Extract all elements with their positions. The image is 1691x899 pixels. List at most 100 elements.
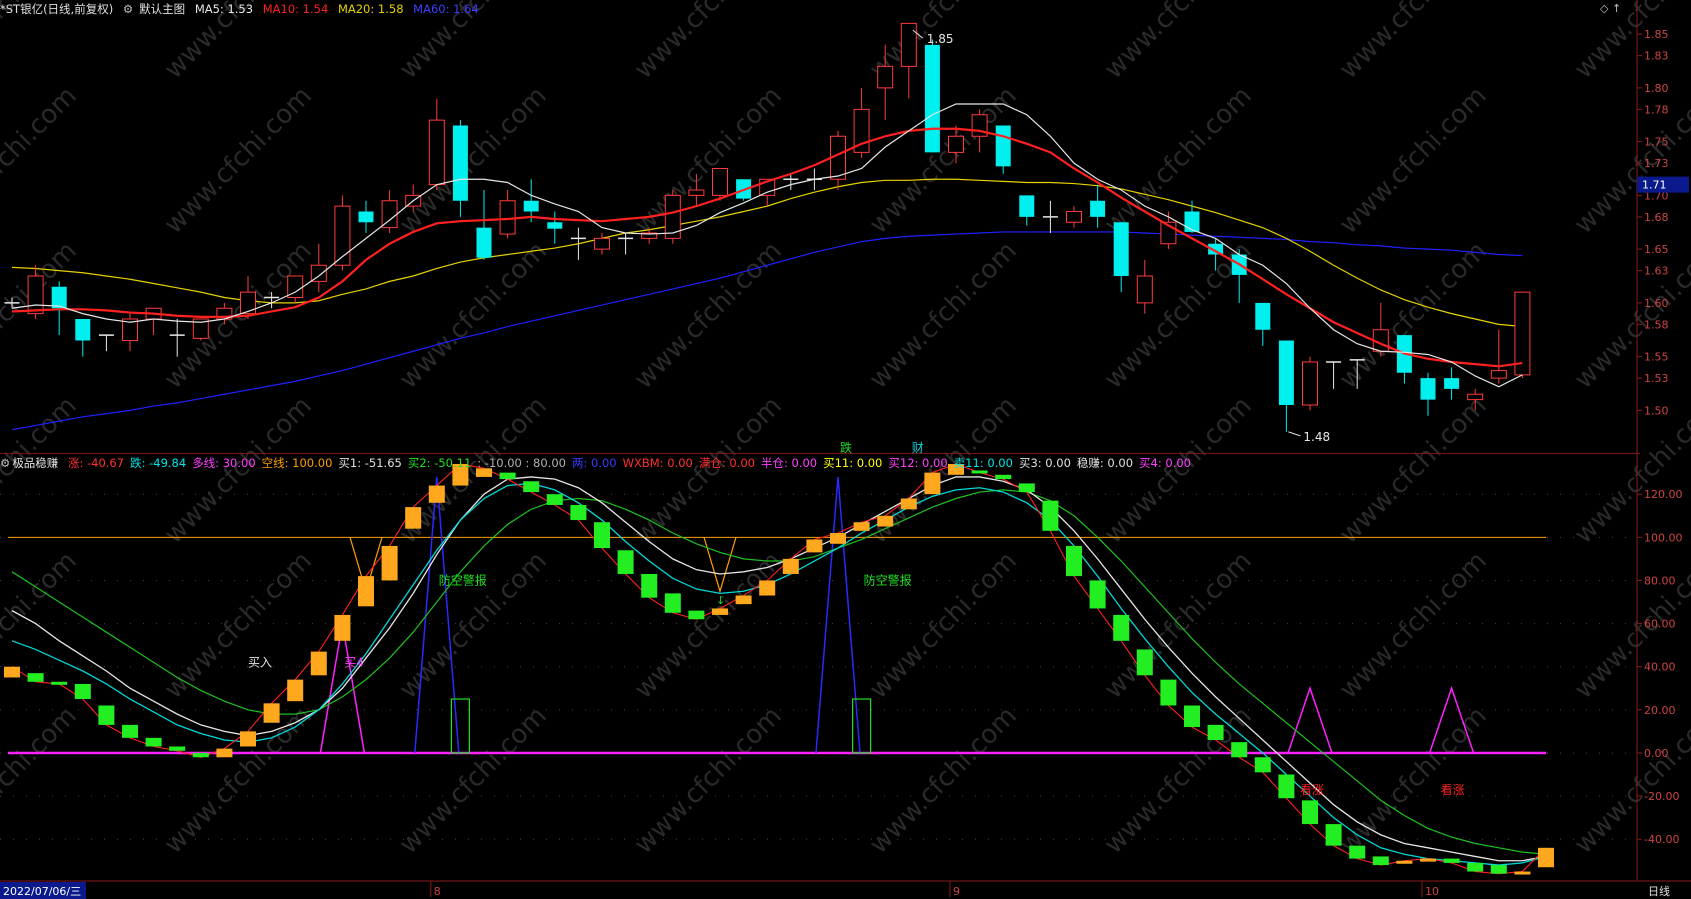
candle-body-up (948, 135, 964, 153)
indicator-bar-up (287, 679, 304, 702)
indicator-bar-down (1443, 858, 1460, 863)
y-tick-label: 1.78 (1644, 103, 1669, 116)
candle-body-down (1019, 195, 1035, 217)
indicator-bar-down (1278, 774, 1295, 799)
y-tick-label: 1.73 (1644, 157, 1669, 170)
indicator-value-0: 涨: -40.67 (67, 456, 125, 470)
ma60-value: MA60: 1.64 (413, 2, 479, 16)
date-label: 2022/07/06/三 (3, 885, 81, 898)
y-tick-label: 1.85 (1644, 28, 1669, 41)
candle-body-up (1066, 211, 1082, 223)
indicator-bar-down (995, 474, 1012, 480)
candle-body-up (428, 119, 445, 186)
diamond-icon[interactable]: ◇ (1600, 2, 1608, 15)
candle-body-down (1420, 378, 1436, 400)
indicator-bar-down (169, 746, 186, 751)
y-tick-label: -40.00 (1644, 833, 1679, 846)
y-tick-label: 1.60 (1644, 297, 1669, 310)
indicator-bar-down (1066, 545, 1082, 577)
y-tick-label: 60.00 (1644, 618, 1676, 631)
candle-body-up (1514, 291, 1531, 376)
chart-name[interactable]: 默认主图 (139, 2, 185, 16)
indicator-bar-down (546, 494, 563, 505)
candle-body-down (51, 286, 67, 309)
candle-body-up (877, 65, 894, 89)
indicator-bar-down (1184, 705, 1200, 728)
candle-body-down (1255, 302, 1271, 330)
stock-title[interactable]: *ST银亿(日线,前复权) (0, 2, 113, 16)
indicator-bar-down (1372, 856, 1389, 866)
candle-body-down (995, 125, 1011, 167)
indicator-bar-up (1514, 871, 1531, 875)
candle-body-up (1467, 393, 1484, 401)
candle-body-down (1090, 200, 1106, 217)
y-tick-label: 1.68 (1644, 211, 1669, 224)
indicator-bar-down (1467, 862, 1484, 872)
candle-body-up (1136, 275, 1153, 304)
indicator-bar-up (806, 539, 823, 553)
y-tick-label: 80.00 (1644, 574, 1676, 587)
candle-body-down (358, 211, 374, 223)
month-label: 8 (434, 885, 441, 898)
indicator-bar-down (499, 472, 516, 480)
indicator-bar-down (1042, 500, 1059, 531)
y-tick-label: -20.00 (1644, 790, 1679, 803)
warning-label: 防空警报 (864, 572, 912, 587)
indicator-bar-up (240, 731, 256, 747)
y-tick-label: 1.53 (1644, 372, 1669, 385)
indicator-bar-up (712, 608, 728, 615)
indicator-bar-down (98, 705, 115, 725)
indicator-value-7: 两: 0.00 (571, 456, 617, 470)
y-tick-label: 20.00 (1644, 704, 1676, 717)
indicator-bar-down (1160, 679, 1177, 706)
y-tick-label: 100.00 (1644, 531, 1683, 544)
candle-body-down (75, 319, 91, 341)
indicator-bar-down (1302, 800, 1318, 825)
indicator-bar-down (1136, 649, 1153, 676)
indicator-bar-up (1420, 858, 1436, 862)
settings-icon[interactable]: ⚙ (123, 2, 133, 16)
indicator-bar-down (145, 737, 162, 747)
month-label: 9 (953, 885, 960, 898)
bullish-label: 看涨 (1300, 782, 1324, 797)
indicator-value-3: 空线: 100.00 (261, 456, 333, 470)
indicator-bar-up (4, 666, 20, 678)
indicator-bar-down (523, 481, 540, 493)
candle-body-down (523, 200, 539, 212)
settings-icon[interactable]: ⚙ (0, 456, 10, 470)
indicator-bar-up (853, 522, 870, 531)
y-tick-label: 1.58 (1644, 318, 1669, 331)
stock-chart[interactable]: www.cfchi.comwww.cfchi.comwww.cfchi.comw… (0, 0, 1691, 899)
indicator-bar-up (830, 533, 846, 544)
y-tick-label: 1.83 (1644, 50, 1669, 63)
indicator-bar-down (1089, 580, 1106, 609)
up-icon[interactable]: ↑ (1612, 2, 1621, 15)
candle-body-down (1278, 340, 1294, 405)
indicator-value-6: : -10.00 : 80.00 (477, 456, 566, 470)
candle-body-up (499, 200, 516, 235)
indicator-bar-up (759, 580, 776, 596)
indicator-bar-down (1254, 757, 1271, 773)
y-tick-label: 1.55 (1644, 351, 1669, 364)
main-header: *ST银亿(日线,前复权) ⚙ 默认主图 MA5: 1.53 MA10: 1.54… (0, 0, 485, 18)
indicator-bar-down (617, 550, 634, 574)
sub-header: ⚙ 极品稳赚 涨: -40.67 跌: -49.84 多线: 30.00 空线: 100… (0, 454, 1203, 472)
indicator-bar-up (381, 545, 398, 581)
ma10-value: MA10: 1.54 (262, 2, 329, 16)
indicator-value-11: 买11: 0.00 (823, 456, 883, 470)
indicator-bar-down (641, 573, 658, 598)
indicator-title[interactable]: 极品稳赚 (12, 456, 58, 470)
candle-body-down (1444, 378, 1460, 389)
candle-body-up (712, 168, 728, 196)
bullish-label: 看涨 (1441, 782, 1465, 797)
high-label: 1.85 (927, 32, 954, 46)
buy4-label: 买4 (344, 656, 364, 670)
indicator-bar-up (216, 748, 233, 758)
indicator-bar-up (1538, 847, 1554, 868)
indicator-bar-up (405, 507, 422, 529)
y-tick-label: 1.80 (1644, 82, 1669, 95)
indicator-value-14: 买3: 0.00 (1018, 456, 1071, 470)
candle-body-down (1184, 211, 1200, 232)
indicator-bar-down (74, 683, 91, 700)
candle-body-down (1113, 222, 1129, 276)
